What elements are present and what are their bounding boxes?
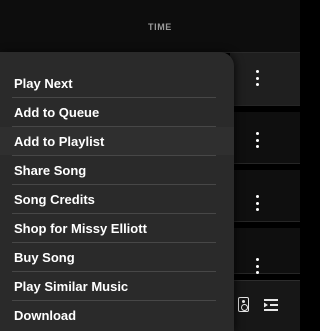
time-column-header[interactable]: TIME [148, 22, 172, 32]
table-header: TIME [0, 0, 300, 52]
menu-item-label: Play Similar Music [14, 278, 129, 294]
menu-item-play-similar-music[interactable]: Play Similar Music [0, 272, 234, 300]
menu-item-download[interactable]: Download [0, 301, 234, 329]
table-row[interactable] [230, 53, 300, 106]
menu-item-label: Play Next [14, 75, 73, 91]
more-vertical-icon[interactable] [255, 258, 259, 274]
queue-list-icon[interactable] [264, 298, 278, 312]
song-context-menu: Play Next Add to Queue Add to Playlist S… [0, 52, 234, 331]
menu-item-shop-for-artist[interactable]: Shop for Missy Elliott [0, 214, 234, 242]
menu-item-song-credits[interactable]: Song Credits [0, 185, 234, 213]
table-row[interactable] [230, 170, 300, 222]
menu-item-label: Buy Song [14, 249, 75, 265]
menu-item-buy-song[interactable]: Buy Song [0, 243, 234, 271]
table-row[interactable] [230, 112, 300, 164]
more-vertical-icon[interactable] [255, 132, 259, 148]
menu-item-play-next[interactable]: Play Next [0, 69, 234, 97]
menu-item-add-to-playlist[interactable]: Add to Playlist [0, 127, 234, 155]
music-app-screen: TIME Play Next Add to Queue Add to Playl… [0, 0, 300, 331]
menu-item-share-song[interactable]: Share Song [0, 156, 234, 184]
speaker-icon[interactable] [238, 297, 249, 312]
menu-item-label: Download [14, 307, 77, 323]
menu-item-add-to-queue[interactable]: Add to Queue [0, 98, 234, 126]
menu-item-label: Add to Playlist [14, 133, 105, 149]
table-row[interactable] [230, 228, 300, 274]
more-vertical-icon[interactable] [255, 195, 259, 211]
menu-item-label: Song Credits [14, 191, 95, 207]
more-vertical-icon[interactable] [255, 70, 259, 86]
menu-item-label: Share Song [14, 162, 87, 178]
player-bar [230, 280, 300, 331]
menu-item-label: Shop for Missy Elliott [14, 220, 147, 236]
menu-item-label: Add to Queue [14, 104, 100, 120]
